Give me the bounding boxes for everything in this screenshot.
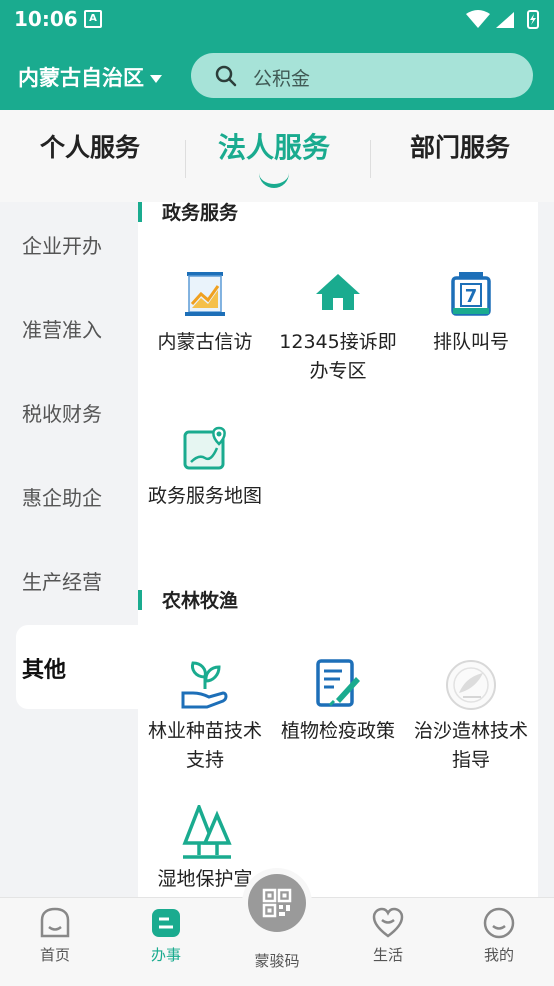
map-pin-icon — [183, 426, 226, 470]
service-label: 林业种苗技术支持 — [147, 720, 262, 771]
heart-icon — [372, 907, 404, 938]
search-input[interactable]: 公积金 — [191, 53, 533, 98]
service-label: 植物检疫政策 — [280, 720, 395, 742]
service-label: 排队叫号 — [432, 331, 509, 353]
status-bar: 10:06 A — [0, 0, 554, 38]
nav-profile[interactable]: 我的 — [454, 906, 544, 965]
nav-home[interactable]: 首页 — [10, 906, 100, 965]
region-selector[interactable]: 内蒙古自治区 — [18, 62, 162, 92]
sidebar-item-label: 税收财务 — [22, 402, 102, 426]
chart-board-icon — [185, 272, 225, 316]
sidebar-item-label: 其他 — [22, 658, 67, 683]
task-icon — [152, 909, 180, 937]
sidebar-item-label: 准营准入 — [22, 318, 102, 342]
notification-a-icon: A — [84, 10, 102, 28]
service-petition[interactable]: 内蒙古信访 — [138, 270, 272, 410]
tab-divider — [370, 140, 371, 178]
service-label: 12345接诉即办专区 — [279, 331, 397, 382]
calendar-number-icon: 7 — [451, 272, 491, 316]
app-header: 10:06 A 内蒙古自治区 公积金 — [0, 0, 554, 110]
system-status-icons — [466, 10, 539, 29]
service-forestry-seedlings[interactable]: 林业种苗技术支持 — [138, 659, 272, 799]
qr-code-icon — [262, 888, 292, 918]
service-tabs: 个人服务 法人服务 部门服务 — [0, 110, 554, 202]
search-placeholder: 公积金 — [253, 68, 311, 90]
nav-label: 我的 — [483, 946, 514, 964]
house-icon — [316, 274, 360, 310]
trees-icon — [182, 805, 232, 859]
sidebar-item-other[interactable]: 其他 — [16, 625, 138, 709]
nav-label: 首页 — [39, 946, 70, 964]
tab-active-indicator — [259, 170, 289, 188]
tab-divider — [185, 140, 186, 178]
section-accent-bar — [138, 202, 142, 222]
category-sidebar: 企业开办 准营准入 税收财务 惠企助企 生产经营 其他 — [0, 202, 138, 897]
sidebar-item-enterprise-support[interactable]: 惠企助企 — [0, 454, 138, 538]
emblem-seal-icon — [446, 660, 496, 710]
sidebar-item-label: 企业开办 — [22, 234, 102, 258]
tab-corporate[interactable]: 法人服务 — [218, 126, 330, 166]
document-syringe-icon — [316, 659, 360, 707]
wifi-icon — [466, 10, 490, 28]
home-face-icon — [40, 907, 70, 938]
sidebar-item-label: 生产经营 — [22, 570, 102, 594]
section-accent-bar — [138, 590, 142, 610]
tab-department[interactable]: 部门服务 — [410, 128, 510, 164]
service-government-map[interactable]: 政务服务地图 — [138, 424, 272, 564]
chevron-down-icon — [150, 75, 162, 83]
nav-label: 办事 — [150, 946, 181, 964]
service-content: 政务服务 内蒙古信访 12345接诉即办专区 7 排队叫号 政务服务地图 农林牧… — [138, 202, 538, 897]
section-title-text: 农林牧渔 — [162, 590, 239, 612]
service-queue-number[interactable]: 7 排队叫号 — [404, 270, 538, 410]
nav-label: 蒙骏码 — [254, 952, 300, 970]
seedling-hand-icon — [181, 661, 228, 709]
signal-icon — [496, 12, 514, 28]
service-plant-quarantine[interactable]: 植物检疫政策 — [271, 659, 405, 799]
nav-label: 生活 — [372, 946, 403, 964]
profile-face-icon — [483, 907, 515, 939]
service-desertification-control[interactable]: 治沙造林技术指导 — [404, 659, 538, 799]
status-time: 10:06 — [14, 7, 78, 31]
nav-life[interactable]: 生活 — [343, 906, 433, 965]
search-icon — [215, 65, 237, 87]
bottom-navigation: 首页 办事 蒙骏码 生活 我的 — [0, 868, 554, 986]
service-label: 内蒙古信访 — [157, 331, 253, 353]
service-label: 政务服务地图 — [147, 485, 262, 507]
sidebar-item-operations[interactable]: 生产经营 — [0, 538, 138, 622]
sidebar-item-business-start[interactable]: 企业开办 — [0, 202, 138, 286]
service-label: 治沙造林技术指导 — [413, 720, 528, 771]
section-title-text: 政务服务 — [162, 202, 239, 224]
nav-tasks[interactable]: 办事 — [121, 906, 211, 965]
sidebar-item-tax-finance[interactable]: 税收财务 — [0, 370, 138, 454]
service-12345-hotline[interactable]: 12345接诉即办专区 — [271, 270, 405, 410]
sidebar-item-permits[interactable]: 准营准入 — [0, 286, 138, 370]
nav-qr-code[interactable] — [248, 874, 306, 932]
svg-text:7: 7 — [465, 286, 478, 307]
region-label: 内蒙古自治区 — [18, 66, 144, 90]
tab-personal[interactable]: 个人服务 — [40, 128, 140, 164]
sidebar-item-label: 惠企助企 — [22, 486, 102, 510]
